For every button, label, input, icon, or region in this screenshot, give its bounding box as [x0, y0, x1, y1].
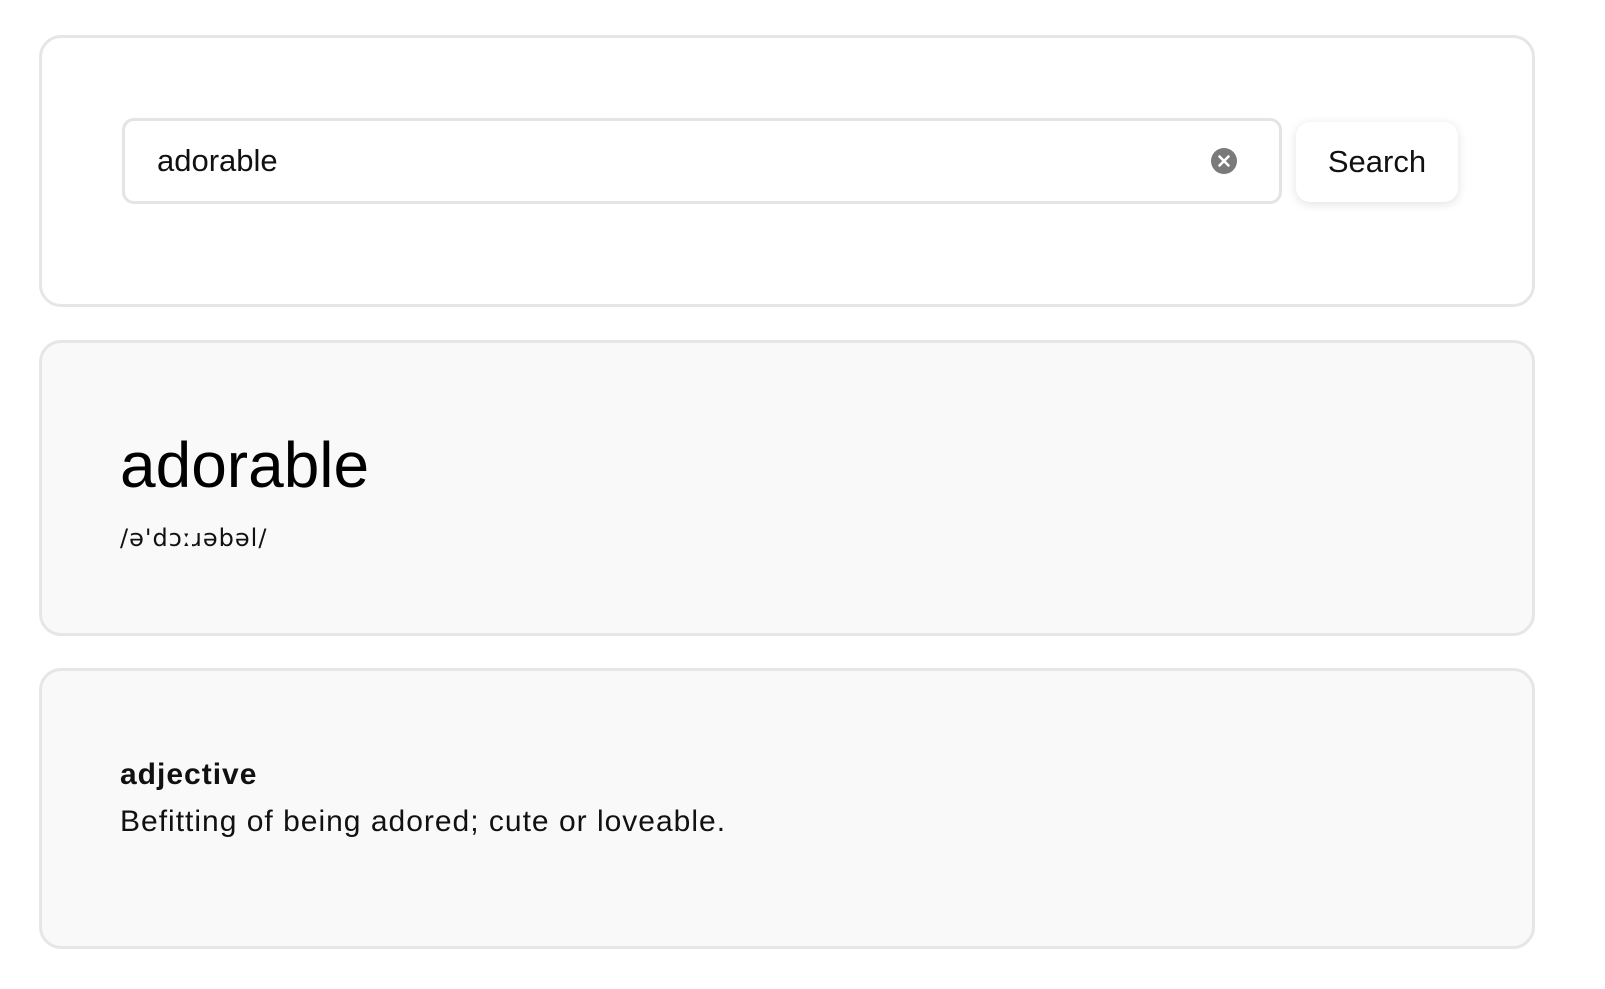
search-button[interactable]: Search	[1296, 122, 1458, 202]
clear-icon[interactable]	[1210, 147, 1238, 175]
word-header-card: adorable /ə'dɔːɹəbəl/	[39, 340, 1535, 636]
headword: adorable	[120, 429, 370, 501]
definition-text: Befitting of being adored; cute or lovea…	[120, 805, 727, 838]
search-input-value[interactable]: adorable	[157, 121, 278, 201]
phonetic-transcription: /ə'dɔːɹəbəl/	[120, 524, 268, 552]
search-panel: adorable Search	[39, 35, 1535, 307]
part-of-speech: adjective	[120, 758, 258, 791]
definition-card: adjective Befitting of being adored; cut…	[39, 668, 1535, 949]
search-input[interactable]: adorable	[122, 118, 1282, 204]
